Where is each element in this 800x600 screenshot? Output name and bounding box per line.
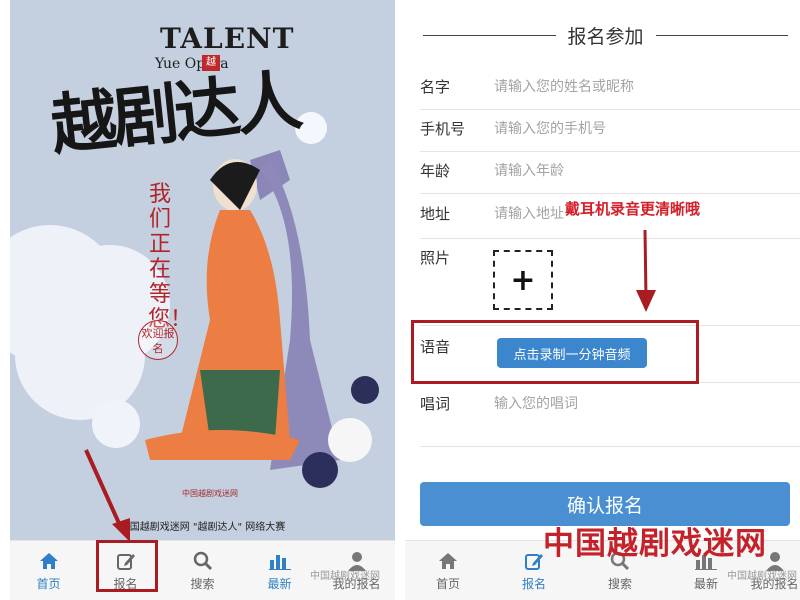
white-flower-small — [92, 400, 140, 448]
contest-caption: 中国越剧戏迷网 "越剧达人" 网络大赛 — [119, 522, 286, 533]
tab-label: 首页 — [36, 577, 61, 591]
field-label: 手机号 — [420, 120, 466, 138]
tab-latest[interactable]: 最新 — [241, 541, 318, 600]
field-label: 年龄 — [420, 162, 451, 180]
annotation-arrow-down-icon — [636, 229, 656, 312]
section-header: 报名参加 — [423, 22, 789, 49]
field-label: 唱词 — [420, 395, 451, 413]
home-icon — [38, 550, 60, 572]
tab-home[interactable]: 首页 — [405, 541, 491, 600]
bar-chart-icon — [268, 550, 291, 572]
tab-label: 搜索 — [190, 577, 215, 591]
contest-poster: TALENT Yue Opera 越 越剧达人 我们正在等您！ 欢迎报名 中国越… — [10, 0, 395, 540]
search-icon — [192, 550, 214, 572]
edit-icon — [523, 550, 545, 572]
age-input[interactable] — [492, 162, 786, 180]
tab-label: 首页 — [435, 577, 460, 591]
org-logo-text: 中国越剧戏迷网 — [182, 489, 238, 498]
divider — [655, 35, 789, 36]
divider — [423, 35, 556, 36]
home-icon — [437, 550, 459, 572]
left-bottom-tab-bar: 首页 报名 搜索 最新 我的报名 中国越剧戏迷网 — [10, 540, 395, 600]
form-row-phone: 手机号 — [420, 108, 800, 152]
highlight-box-signup-tab — [96, 540, 158, 592]
tabbar-watermark: 中国越剧戏迷网 — [310, 571, 380, 582]
right-screenshot: 报名参加 名字 手机号 年龄 地址 照片 + 语音 点击录制一分钟音频 唱词 戴… — [405, 0, 800, 600]
tab-home[interactable]: 首页 — [10, 541, 87, 600]
add-photo-button[interactable]: + — [493, 250, 553, 310]
address-input[interactable] — [492, 205, 576, 223]
annotation-headphone-tip: 戴耳机录音更清晰哦 — [565, 200, 701, 218]
phone-input[interactable] — [492, 120, 786, 138]
tabbar-watermark: 中国越剧戏迷网 — [727, 571, 797, 582]
field-label: 地址 — [420, 205, 451, 223]
form-row-name: 名字 — [420, 66, 800, 110]
tab-label: 报名 — [521, 577, 546, 591]
brand-watermark: 中国越剧戏迷网 — [543, 526, 767, 562]
annotation-arrow-icon — [84, 449, 130, 540]
form-row-age: 年龄 — [420, 150, 800, 194]
section-title: 报名参加 — [567, 26, 644, 48]
tab-label: 最新 — [693, 577, 718, 591]
field-label: 照片 — [420, 249, 451, 267]
form-row-lyrics: 唱词 — [420, 383, 800, 447]
name-input[interactable] — [492, 78, 786, 96]
field-label: 名字 — [420, 78, 451, 96]
tab-label: 搜索 — [607, 577, 632, 591]
tab-search[interactable]: 搜索 — [164, 541, 241, 600]
poster-tagline: 我们正在等您！ — [148, 182, 193, 332]
form-row-photo: 照片 — [420, 237, 800, 323]
highlight-box-voice — [411, 320, 699, 384]
tab-label: 最新 — [267, 577, 292, 591]
left-screenshot: TALENT Yue Opera 越 越剧达人 我们正在等您！ 欢迎报名 中国越… — [10, 0, 395, 600]
lyrics-input[interactable] — [492, 395, 786, 413]
white-flower-large — [10, 225, 120, 365]
welcome-stamp: 欢迎报名 — [138, 320, 178, 360]
